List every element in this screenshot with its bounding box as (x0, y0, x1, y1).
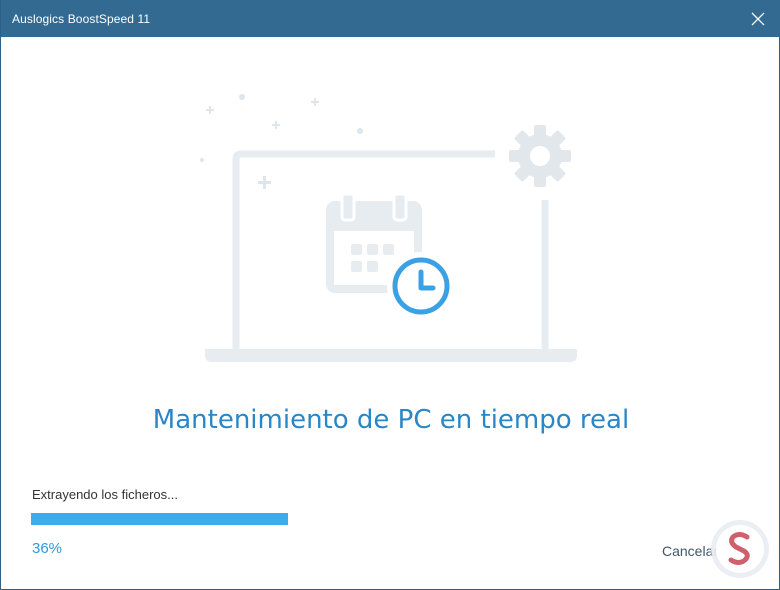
laptop-base (205, 349, 577, 362)
window-title: Auslogics BoostSpeed 11 (12, 12, 151, 26)
watermark-logo (711, 520, 769, 578)
progress-percent: 36% (32, 540, 63, 557)
title-bar: Auslogics BoostSpeed 11 (1, 0, 780, 37)
gear-icon (509, 125, 571, 187)
clock-icon (387, 252, 455, 320)
progress-status: Extrayendo los ficheros... (32, 487, 178, 502)
sparkle-icon (200, 94, 363, 189)
installer-window: Auslogics BoostSpeed 11 Mantenimiento de… (0, 0, 780, 590)
close-icon (751, 12, 765, 25)
progress-fill (31, 513, 288, 525)
maintenance-illustration (200, 94, 577, 362)
close-button[interactable] (735, 0, 780, 37)
page-heading: Mantenimiento de PC en tiempo real (152, 405, 630, 435)
progress-bar (31, 513, 491, 525)
